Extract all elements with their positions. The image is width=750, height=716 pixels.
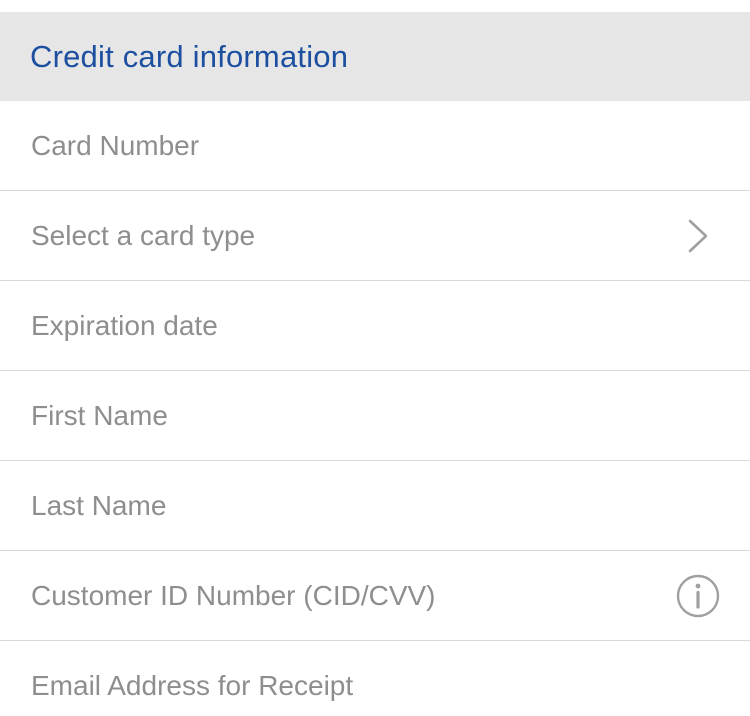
first-name-field[interactable] xyxy=(31,399,722,432)
section-header: Credit card information xyxy=(0,12,750,101)
last-name-row xyxy=(0,461,750,551)
info-icon[interactable] xyxy=(674,572,722,620)
card-number-row xyxy=(0,101,750,191)
last-name-field[interactable] xyxy=(31,489,722,522)
email-receipt-row xyxy=(0,641,750,716)
chevron-right-icon xyxy=(674,212,722,260)
card-type-label: Select a card type xyxy=(31,219,256,251)
email-receipt-field[interactable] xyxy=(31,670,722,702)
expiration-date-row xyxy=(0,281,750,371)
top-spacer xyxy=(0,0,750,12)
cid-cvv-field[interactable] xyxy=(31,579,674,612)
expiration-date-field[interactable] xyxy=(31,309,722,342)
card-number-field[interactable] xyxy=(31,129,722,162)
section-title: Credit card information xyxy=(30,38,349,74)
cid-cvv-row xyxy=(0,551,750,641)
first-name-row xyxy=(0,371,750,461)
credit-card-form: Select a card type xyxy=(0,101,750,716)
card-type-row[interactable]: Select a card type xyxy=(0,191,750,281)
